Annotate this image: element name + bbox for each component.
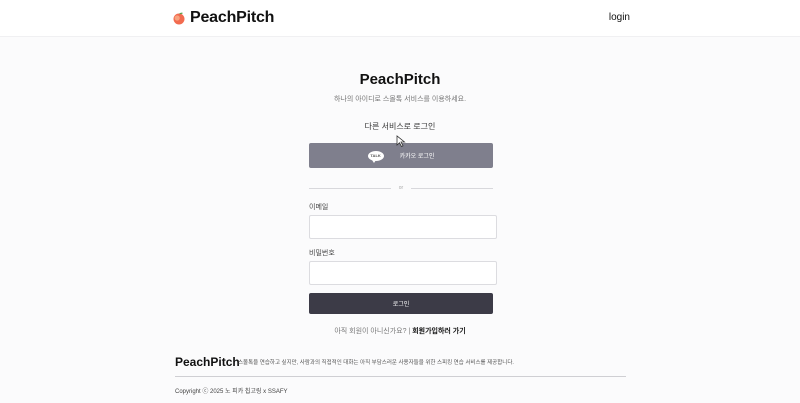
page-title: PeachPitch [359,71,441,88]
signup-link[interactable]: 회원가입하러 가기 [412,328,465,335]
email-label: 이메일 [309,204,329,211]
or-divider: or [309,185,493,193]
social-login-label: 다른 서비스로 로그인 [364,122,436,131]
mouse-cursor-icon [396,135,406,147]
password-field[interactable] [309,261,497,285]
signup-prompt: 아직 회원이 아니신가요? | [334,328,411,335]
brand-name: PeachPitch [190,9,275,26]
email-field[interactable] [309,215,497,239]
signup-prompt-row: 아직 회원이 아니신가요? | 회원가입하러 가기 [0,326,800,336]
login-link[interactable]: login [609,12,630,23]
footer-divider [175,376,626,377]
kakao-talk-icon: TALK [367,150,384,163]
password-label: 비밀번호 [309,250,335,257]
divider-line-right [411,188,493,189]
footer-description: 스몰톡을 연습하고 싶지만, 사람과의 직접적인 대화는 아직 부담스러운 사용… [238,360,514,366]
top-nav: PeachPitch login [0,0,800,37]
brand-logo[interactable]: PeachPitch [172,9,274,27]
login-submit-button[interactable]: 로그인 [309,293,493,314]
page-subtitle: 하나의 아이디로 스몰톡 서비스를 이용하세요. [333,96,467,103]
copyright-text: Copyright ⓒ 2025 노 피카 칩고링 x SSAFY [175,389,288,395]
peach-icon [173,12,185,25]
footer-brand: PeachPitch [175,355,240,369]
kakao-login-label: 카카오 로그인 [399,154,435,160]
